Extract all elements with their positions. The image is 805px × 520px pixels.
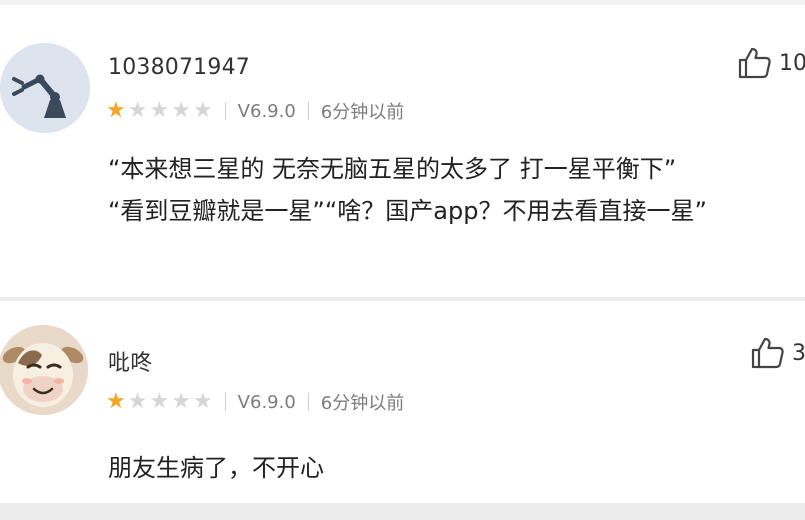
app-version: V6.9.0 (237, 100, 296, 122)
username[interactable]: 吡咚 (108, 345, 152, 377)
star-rating: ★ ★ ★ ★ ★ (106, 100, 213, 122)
star-empty-icon: ★ (127, 389, 148, 414)
star-empty-icon: ★ (192, 389, 213, 414)
review-meta: ★ ★ ★ ★ ★ V6.9.0 6分钟以前 (106, 389, 404, 415)
like-button[interactable]: 10 (737, 45, 805, 81)
user-avatar[interactable] (0, 325, 88, 415)
review-time: 6分钟以前 (320, 393, 405, 414)
review-time: 6分钟以前 (320, 102, 405, 123)
like-count: 3 (792, 340, 805, 366)
review-card: 吡咚 3 ★ ★ ★ ★ ★ V6.9.0 6分钟以前 朋友生病了，不开心 (0, 301, 805, 503)
like-count: 10 (779, 50, 805, 76)
star-filled-icon: ★ (106, 389, 126, 414)
bottom-divider (0, 503, 805, 520)
star-empty-icon: ★ (171, 389, 191, 414)
thumbs-up-icon (751, 337, 784, 369)
meta-separator (307, 102, 309, 120)
star-rating: ★ ★ ★ ★ ★ (106, 391, 213, 413)
meta-separator (224, 102, 226, 120)
meta-separator (224, 393, 226, 411)
star-empty-icon: ★ (149, 98, 170, 123)
cartoon-cow-avatar (0, 325, 88, 415)
star-empty-icon: ★ (149, 389, 170, 414)
review-text: 朋友生病了，不开心 (108, 454, 324, 482)
review-text: “本来想三星的 无奈无脑五星的太多了 打一星平衡下” “看到豆瓣就是一星”“啥？… (108, 155, 707, 225)
app-version: V6.9.0 (237, 391, 296, 413)
thumbs-up-icon (738, 47, 771, 79)
user-avatar[interactable] (0, 43, 90, 133)
star-empty-icon: ★ (192, 98, 213, 123)
star-empty-icon: ★ (127, 98, 148, 123)
like-button[interactable]: 3 (750, 335, 805, 371)
star-empty-icon: ★ (171, 98, 191, 123)
meta-separator (307, 393, 309, 411)
review-card: 1038071947 10 ★ ★ ★ ★ ★ V6.9.0 6分钟以前 “本来… (0, 5, 805, 297)
star-filled-icon: ★ (106, 98, 126, 123)
robot-arm-icon (0, 43, 90, 133)
username[interactable]: 1038071947 (108, 55, 250, 80)
review-meta: ★ ★ ★ ★ ★ V6.9.0 6分钟以前 (106, 98, 404, 124)
